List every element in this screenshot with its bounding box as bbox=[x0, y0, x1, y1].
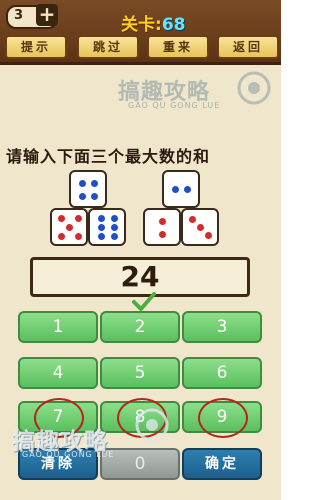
dice-five bbox=[50, 208, 88, 246]
watermark-logo-icon bbox=[237, 71, 271, 105]
confirm-button[interactable]: 确定 bbox=[182, 448, 262, 480]
circle-mark-9 bbox=[198, 398, 248, 438]
watermark-subtext: GAO QU GONG LUE bbox=[128, 101, 221, 110]
level-number: 68 bbox=[161, 15, 186, 35]
question-text: 请输入下面三个最大数的和 bbox=[6, 147, 211, 166]
coin-counter: 3 + bbox=[6, 4, 58, 29]
add-coins-button[interactable]: + bbox=[36, 4, 58, 26]
restart-button[interactable]: 重来 bbox=[147, 35, 209, 59]
back-button[interactable]: 返回 bbox=[217, 35, 279, 59]
checkmark-icon bbox=[132, 292, 156, 311]
watermark-subtext-bottom: GAO QU GONG LUE bbox=[22, 450, 115, 459]
key-5[interactable]: 5 bbox=[100, 357, 180, 389]
dice-three bbox=[181, 208, 219, 246]
watermark-logo-icon-bottom bbox=[135, 408, 169, 442]
hint-button[interactable]: 提示 bbox=[5, 35, 67, 59]
top-bar: 3 + 关卡:68 提示 跳过 重来 返回 bbox=[0, 0, 281, 65]
dice-two bbox=[162, 170, 200, 208]
dice-two-diagonal bbox=[143, 208, 181, 246]
dice-four bbox=[69, 170, 107, 208]
skip-button[interactable]: 跳过 bbox=[77, 35, 139, 59]
key-4[interactable]: 4 bbox=[18, 357, 98, 389]
game-screen: 3 + 关卡:68 提示 跳过 重来 返回 搞趣攻略 GAO QU GONG L… bbox=[0, 0, 281, 500]
key-2[interactable]: 2 bbox=[100, 311, 180, 343]
answer-value: 24 bbox=[120, 260, 160, 293]
dice-six bbox=[88, 208, 126, 246]
key-6[interactable]: 6 bbox=[182, 357, 262, 389]
coin-count: 3 bbox=[14, 8, 24, 23]
level-label: 关卡: bbox=[121, 15, 162, 35]
key-1[interactable]: 1 bbox=[18, 311, 98, 343]
level-indicator: 关卡:68 bbox=[121, 10, 185, 35]
key-3[interactable]: 3 bbox=[182, 311, 262, 343]
